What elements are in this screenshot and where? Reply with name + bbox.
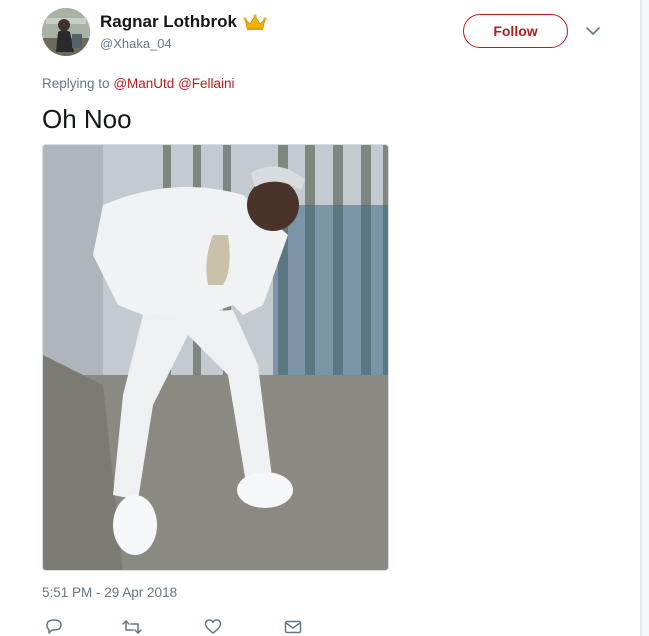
follow-button[interactable]: Follow	[463, 14, 568, 48]
like-icon[interactable]	[202, 618, 224, 636]
message-icon[interactable]	[282, 618, 304, 636]
reply-icon[interactable]	[43, 618, 65, 636]
tweet-card: Ragnar Lothbrok @Xhaka_04 Follow Replyin…	[0, 0, 641, 636]
mention-link[interactable]: @Fellaini	[178, 76, 234, 91]
mention-link[interactable]: @ManUtd	[113, 76, 174, 91]
replying-prefix: Replying to	[42, 76, 110, 91]
avatar[interactable]	[42, 8, 90, 56]
chevron-down-icon[interactable]	[584, 24, 602, 38]
replying-to: Replying to @ManUtd @Fellaini	[42, 76, 235, 91]
retweet-icon[interactable]	[121, 618, 143, 636]
user-handle[interactable]: @Xhaka_04	[100, 36, 172, 51]
display-name[interactable]: Ragnar Lothbrok	[100, 12, 267, 32]
tweet-photo[interactable]	[42, 144, 389, 571]
crown-icon	[243, 13, 267, 31]
scrollbar[interactable]	[641, 0, 649, 636]
tweet-text: Oh Noo	[42, 104, 132, 134]
tweet-timestamp[interactable]: 5:51 PM - 29 Apr 2018	[42, 585, 177, 600]
display-name-text: Ragnar Lothbrok	[100, 12, 237, 31]
